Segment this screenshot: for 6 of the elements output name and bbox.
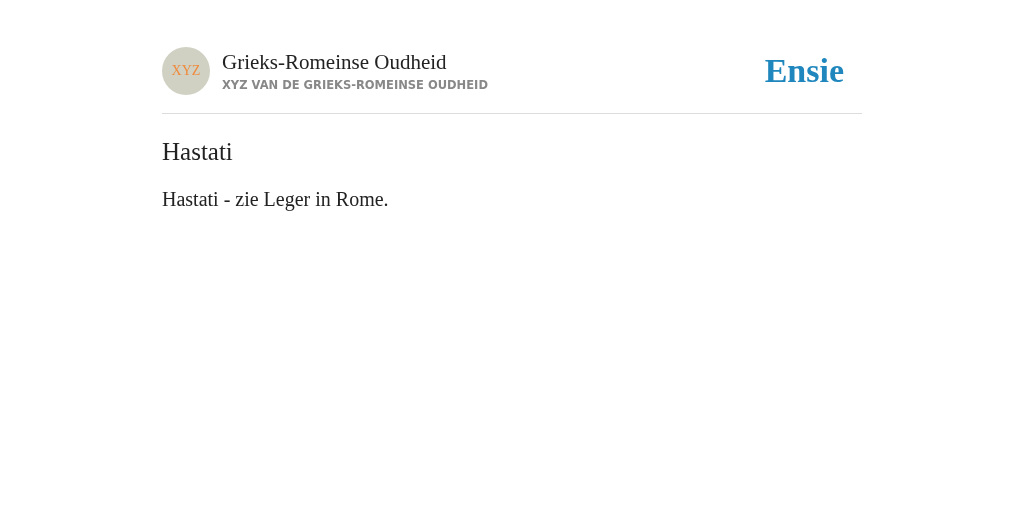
logo[interactable]: Ensie xyxy=(764,52,844,90)
source-subtitle: XYZ VAN DE GRIEKS-ROMEINSE OUDHEID xyxy=(222,78,489,92)
source-title[interactable]: Grieks-Romeinse Oudheid xyxy=(222,50,765,75)
article-title: Hastati xyxy=(162,138,234,166)
avatar: XYZ xyxy=(162,47,210,95)
article-body: Hastati - zie Leger in Rome. xyxy=(162,188,390,211)
